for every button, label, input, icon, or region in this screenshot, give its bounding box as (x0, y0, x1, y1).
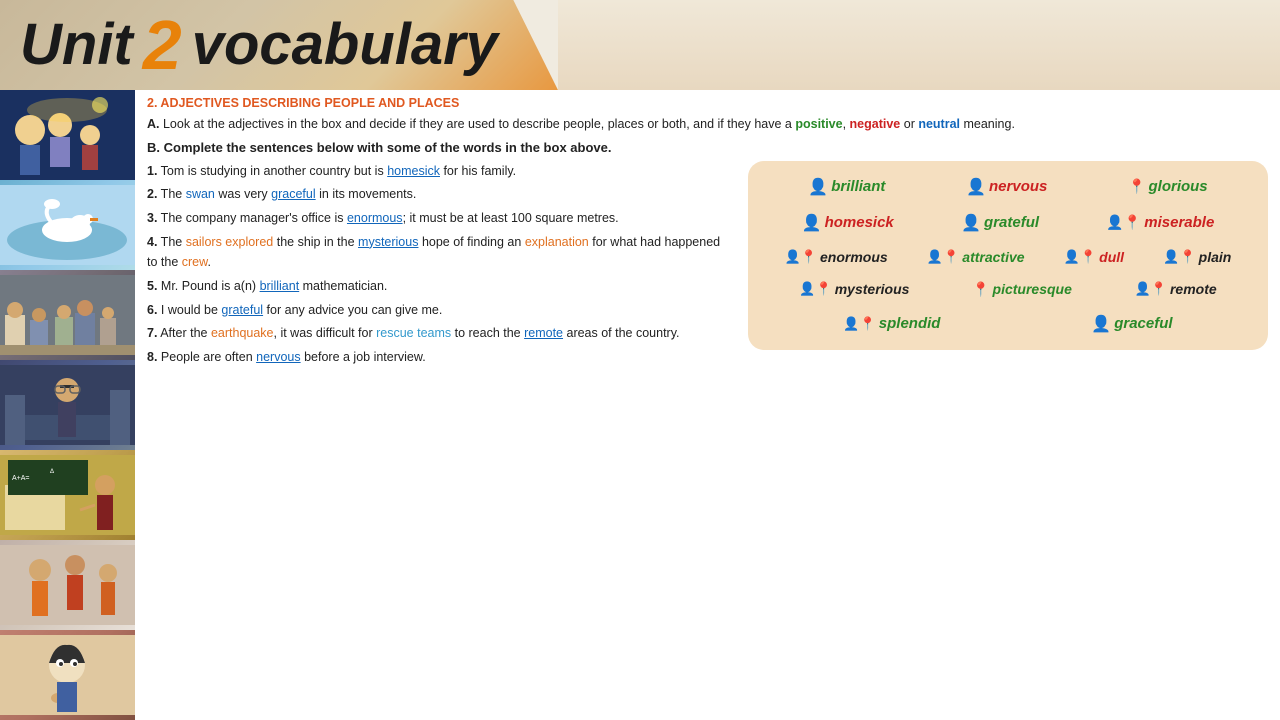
sentence-4: 4. The sailors explored the ship in the … (147, 232, 732, 273)
both-icon-attractive: 👤📍 (927, 249, 959, 265)
image-6 (0, 540, 135, 630)
vocab-row-5: 👤📍 splendid 👤 graceful (768, 314, 1248, 334)
positive-label: positive (795, 117, 842, 131)
word-enormous: 👤📍 enormous (785, 249, 888, 265)
vocab-box: 👤 brilliant 👤 nervous 📍 glorious (748, 161, 1268, 350)
both-icon-dull: 👤📍 (1064, 249, 1096, 265)
image-sidebar: A+A= Δ (0, 90, 135, 720)
vocab-row-4: 👤📍 mysterious 📍 picturesque 👤📍 remote (768, 281, 1248, 298)
unit-number: 2 (143, 10, 182, 80)
image-1 (0, 90, 135, 180)
instruction-a: A. Look at the adjectives in the box and… (147, 115, 1268, 134)
sentence-5: 5. Mr. Pound is a(n) brilliant mathemati… (147, 276, 732, 297)
sentence-1: 1. Tom is studying in another country bu… (147, 161, 732, 182)
word-picturesque: 📍 picturesque (972, 281, 1072, 298)
word-glorious: 📍 glorious (1128, 178, 1208, 195)
vocab-row-3: 👤📍 enormous 👤📍 attractive 👤📍 dull (768, 249, 1248, 265)
word-mysterious: 👤📍 mysterious (799, 281, 909, 297)
sentence-6: 6. I would be grateful for any advice yo… (147, 300, 732, 321)
person-icon-grateful: 👤 (961, 213, 981, 233)
both-icon-plain: 👤📍 (1163, 249, 1195, 265)
image-7 (0, 630, 135, 720)
word-miserable: 👤📍 miserable (1106, 214, 1214, 231)
image-5: A+A= Δ (0, 450, 135, 540)
word-plain: 👤📍 plain (1163, 249, 1231, 265)
title-block: Unit 2 vocabulary (0, 0, 558, 90)
word-grateful: 👤 grateful (961, 213, 1039, 233)
person-icon-brilliant: 👤 (808, 177, 828, 197)
word-nervous: 👤 nervous (966, 177, 1047, 197)
word-graceful: 👤 graceful (1091, 314, 1172, 334)
sentence-3: 3. The company manager's office is enorm… (147, 208, 732, 229)
word-homesick: 👤 homesick (802, 213, 894, 233)
word-brilliant: 👤 brilliant (808, 177, 885, 197)
svg-text:A+A=: A+A= (12, 475, 30, 482)
person-icon-homesick: 👤 (802, 213, 822, 233)
vocab-row-1: 👤 brilliant 👤 nervous 📍 glorious (768, 177, 1248, 197)
sentence-8: 8. People are often nervous before a job… (147, 347, 732, 368)
sentence-2: 2. The swan was very graceful in its mov… (147, 184, 732, 205)
both-icon-mysterious: 👤📍 (799, 281, 831, 297)
person-icon-graceful: 👤 (1091, 314, 1111, 334)
negative-label: negative (850, 117, 901, 131)
word-dull: 👤📍 dull (1064, 249, 1124, 265)
both-icon-enormous: 👤📍 (785, 249, 817, 265)
word-splendid: 👤📍 splendid (843, 315, 940, 332)
sentences-section: 1. Tom is studying in another country bu… (147, 161, 732, 371)
both-icon-splendid: 👤📍 (843, 316, 875, 332)
image-2 (0, 180, 135, 270)
vocab-row-2: 👤 homesick 👤 grateful 👤📍 miserable (768, 213, 1248, 233)
neutral-label: neutral (918, 117, 960, 131)
word-attractive: 👤📍 attractive (927, 249, 1025, 265)
vocab-label: vocabulary (192, 16, 498, 74)
instruction-b: B. Complete the sentences below with som… (147, 140, 1268, 155)
both-icon-miserable: 👤📍 (1106, 214, 1141, 231)
image-4 (0, 360, 135, 450)
svg-text:Δ: Δ (50, 469, 54, 475)
word-remote: 👤📍 remote (1135, 281, 1217, 297)
main-content: 2. ADJECTIVES DESCRIBING PEOPLE AND PLAC… (135, 90, 1280, 720)
sentence-7: 7. After the earthquake, it was difficul… (147, 323, 732, 344)
place-icon-picturesque: 📍 (972, 281, 989, 298)
both-icon-remote: 👤📍 (1135, 281, 1167, 297)
section-2-title: 2. ADJECTIVES DESCRIBING PEOPLE AND PLAC… (147, 96, 1268, 110)
unit-label: Unit (20, 16, 133, 74)
image-3 (0, 270, 135, 360)
place-icon-glorious: 📍 (1128, 178, 1145, 195)
person-icon-nervous: 👤 (966, 177, 986, 197)
